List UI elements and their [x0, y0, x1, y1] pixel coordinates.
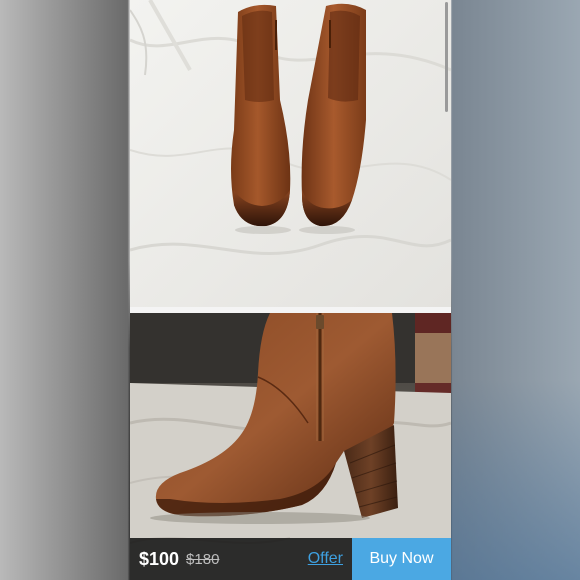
buy-now-button[interactable]: Buy Now — [352, 538, 451, 580]
offer-link[interactable]: Offer — [308, 550, 343, 568]
listing-photo-carousel[interactable] — [130, 0, 451, 580]
listing-photo-pair — [130, 0, 451, 307]
price-area: $100 $180 Offer — [130, 538, 352, 580]
scrollbar[interactable] — [445, 2, 448, 112]
listing-price-bar: $100 $180 Offer Buy Now — [130, 538, 451, 580]
original-price: $180 — [186, 550, 220, 568]
current-price: $100 — [139, 548, 180, 569]
